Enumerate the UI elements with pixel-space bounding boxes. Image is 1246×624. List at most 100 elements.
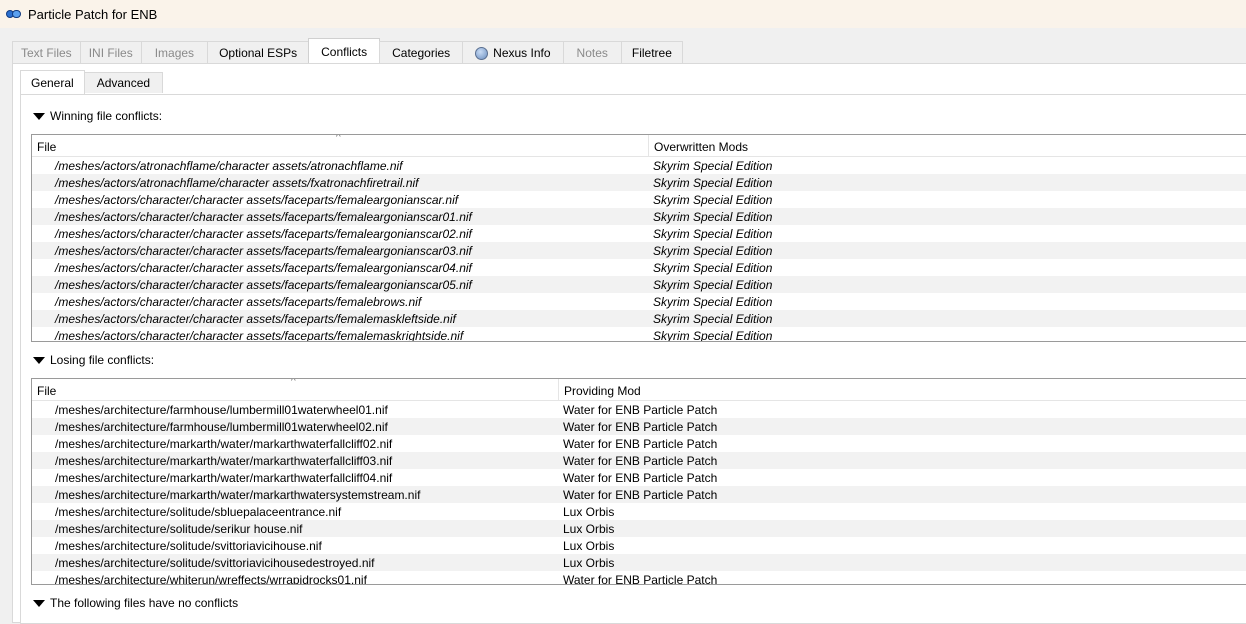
list-header: ^ File Providing Mod <box>32 379 1246 401</box>
mod-name-cell: Skyrim Special Edition <box>653 260 773 275</box>
file-path-cell: /meshes/actors/character/character asset… <box>55 311 456 326</box>
file-path-cell: /meshes/actors/character/character asset… <box>55 260 472 275</box>
table-row[interactable]: /meshes/architecture/solitude/svittoriav… <box>32 554 1246 571</box>
losing-section-toggle[interactable]: Losing file conflicts: <box>33 353 154 367</box>
winning-section-label: Winning file conflicts: <box>50 109 163 123</box>
file-path-cell: /meshes/actors/character/character asset… <box>55 243 472 258</box>
table-row[interactable]: /meshes/architecture/markarth/water/mark… <box>32 452 1246 469</box>
mod-name-cell: Water for ENB Particle Patch <box>563 453 718 468</box>
tab-nexus-info[interactable]: Nexus Info <box>462 41 564 64</box>
mod-name-cell: Skyrim Special Edition <box>653 294 773 309</box>
file-path-cell: /meshes/architecture/farmhouse/lumbermil… <box>55 402 388 417</box>
table-row[interactable]: /meshes/architecture/solitude/svittoriav… <box>32 537 1246 554</box>
column-label: Overwritten Mods <box>654 140 749 154</box>
list-header: ^ File Overwritten Mods <box>32 135 1246 157</box>
file-path-cell: /meshes/architecture/markarth/water/mark… <box>55 436 393 451</box>
losing-section-label: Losing file conflicts: <box>50 353 155 367</box>
file-path-cell: /meshes/architecture/farmhouse/lumbermil… <box>55 419 388 434</box>
table-row[interactable]: /meshes/actors/character/character asset… <box>32 276 1246 293</box>
losing-conflicts-list[interactable]: ^ File Providing Mod /meshes/architectur… <box>31 378 1246 585</box>
file-path-cell: /meshes/actors/character/character asset… <box>55 277 472 292</box>
file-path-cell: /meshes/architecture/solitude/serikur ho… <box>55 521 303 536</box>
table-row[interactable]: /meshes/architecture/whiterun/wreffects/… <box>32 571 1246 585</box>
tab-ini-files[interactable]: INI Files <box>79 41 142 64</box>
column-label: File <box>37 384 57 398</box>
table-row[interactable]: /meshes/architecture/farmhouse/lumbermil… <box>32 418 1246 435</box>
conflicts-subtab-bar: General Advanced <box>20 70 164 94</box>
tab-label: Nexus Info <box>493 46 551 60</box>
list-body: /meshes/actors/atronachflame/character a… <box>32 157 1246 342</box>
column-header-overwritten-mods[interactable]: Overwritten Mods <box>649 135 1246 157</box>
tab-label: Text Files <box>21 46 72 60</box>
tab-filetree[interactable]: Filetree <box>620 41 683 64</box>
mod-name-cell: Lux Orbis <box>563 504 615 519</box>
mod-name-cell: Lux Orbis <box>563 521 615 536</box>
file-path-cell: /meshes/actors/character/character asset… <box>55 294 422 309</box>
column-header-providing-mod[interactable]: Providing Mod <box>559 379 1246 401</box>
file-path-cell: /meshes/architecture/solitude/sbluepalac… <box>55 504 342 519</box>
expand-triangle-icon <box>33 112 45 120</box>
winning-section-toggle[interactable]: Winning file conflicts: <box>33 109 162 123</box>
mod-name-cell: Water for ENB Particle Patch <box>563 487 718 502</box>
table-row[interactable]: /meshes/actors/character/character asset… <box>32 225 1246 242</box>
mod-name-cell: Water for ENB Particle Patch <box>563 436 718 451</box>
window-title: Particle Patch for ENB <box>28 6 158 22</box>
mod-name-cell: Skyrim Special Edition <box>653 328 773 342</box>
table-row[interactable]: /meshes/actors/atronachflame/character a… <box>32 174 1246 191</box>
tab-notes[interactable]: Notes <box>562 41 622 64</box>
table-row[interactable]: /meshes/architecture/solitude/sbluepalac… <box>32 503 1246 520</box>
noconflict-section-toggle[interactable]: The following files have no conflicts <box>33 596 238 610</box>
mod-name-cell: Skyrim Special Edition <box>653 209 773 224</box>
main-tab-bar: Text Files INI Files Images Optional ESP… <box>12 38 683 64</box>
globe-icon <box>475 46 489 60</box>
mod-name-cell: Skyrim Special Edition <box>653 311 773 326</box>
table-row[interactable]: /meshes/architecture/markarth/water/mark… <box>32 469 1246 486</box>
tab-text-files[interactable]: Text Files <box>12 41 81 64</box>
title-bar: Particle Patch for ENB <box>0 0 1246 28</box>
mod-name-cell: Water for ENB Particle Patch <box>563 572 718 585</box>
mod-name-cell: Lux Orbis <box>563 555 615 570</box>
subtab-advanced[interactable]: Advanced <box>83 72 164 93</box>
file-path-cell: /meshes/actors/character/character asset… <box>55 226 472 241</box>
list-body: /meshes/architecture/farmhouse/lumbermil… <box>32 401 1246 585</box>
table-row[interactable]: /meshes/architecture/farmhouse/lumbermil… <box>32 401 1246 418</box>
mod-name-cell: Skyrim Special Edition <box>653 175 773 190</box>
file-path-cell: /meshes/actors/character/character asset… <box>55 209 472 224</box>
file-path-cell: /meshes/architecture/markarth/water/mark… <box>55 470 393 485</box>
tab-label: Categories <box>392 46 451 60</box>
sort-ascending-icon: ^ <box>291 378 296 387</box>
winning-conflicts-list[interactable]: ^ File Overwritten Mods /meshes/actors/a… <box>31 134 1246 342</box>
tab-label: INI Files <box>88 46 133 60</box>
file-path-cell: /meshes/actors/character/character asset… <box>55 192 459 207</box>
mod-name-cell: Water for ENB Particle Patch <box>563 419 718 434</box>
file-path-cell: /meshes/architecture/whiterun/wreffects/… <box>55 572 367 585</box>
mod-name-cell: Skyrim Special Edition <box>653 226 773 241</box>
tab-images[interactable]: Images <box>140 41 209 64</box>
tab-optional-esps[interactable]: Optional ESPs <box>207 41 310 64</box>
tab-label: Conflicts <box>321 44 368 59</box>
table-row[interactable]: /meshes/actors/character/character asset… <box>32 208 1246 225</box>
table-row[interactable]: /meshes/architecture/markarth/water/mark… <box>32 486 1246 503</box>
table-row[interactable]: /meshes/architecture/solitude/serikur ho… <box>32 520 1246 537</box>
table-row[interactable]: /meshes/actors/character/character asset… <box>32 242 1246 259</box>
table-row[interactable]: /meshes/actors/character/character asset… <box>32 327 1246 342</box>
app-icon <box>6 9 22 19</box>
tab-label: Optional ESPs <box>219 46 298 60</box>
mod-name-cell: Water for ENB Particle Patch <box>563 470 718 485</box>
table-row[interactable]: /meshes/actors/atronachflame/character a… <box>32 157 1246 174</box>
table-row[interactable]: /meshes/actors/character/character asset… <box>32 293 1246 310</box>
subtab-general[interactable]: General <box>20 70 85 94</box>
table-row[interactable]: /meshes/actors/character/character asset… <box>32 191 1246 208</box>
tab-categories[interactable]: Categories <box>379 41 464 64</box>
table-row[interactable]: /meshes/actors/character/character asset… <box>32 310 1246 327</box>
column-label: Providing Mod <box>564 384 641 398</box>
file-path-cell: /meshes/actors/atronachflame/character a… <box>55 175 419 190</box>
tab-conflicts[interactable]: Conflicts <box>308 38 381 64</box>
table-row[interactable]: /meshes/architecture/markarth/water/mark… <box>32 435 1246 452</box>
mod-name-cell: Water for ENB Particle Patch <box>563 402 718 417</box>
table-row[interactable]: /meshes/actors/character/character asset… <box>32 259 1246 276</box>
mod-name-cell: Lux Orbis <box>563 538 615 553</box>
mod-name-cell: Skyrim Special Edition <box>653 277 773 292</box>
subtab-label: Advanced <box>96 76 151 90</box>
column-label: File <box>37 140 57 154</box>
